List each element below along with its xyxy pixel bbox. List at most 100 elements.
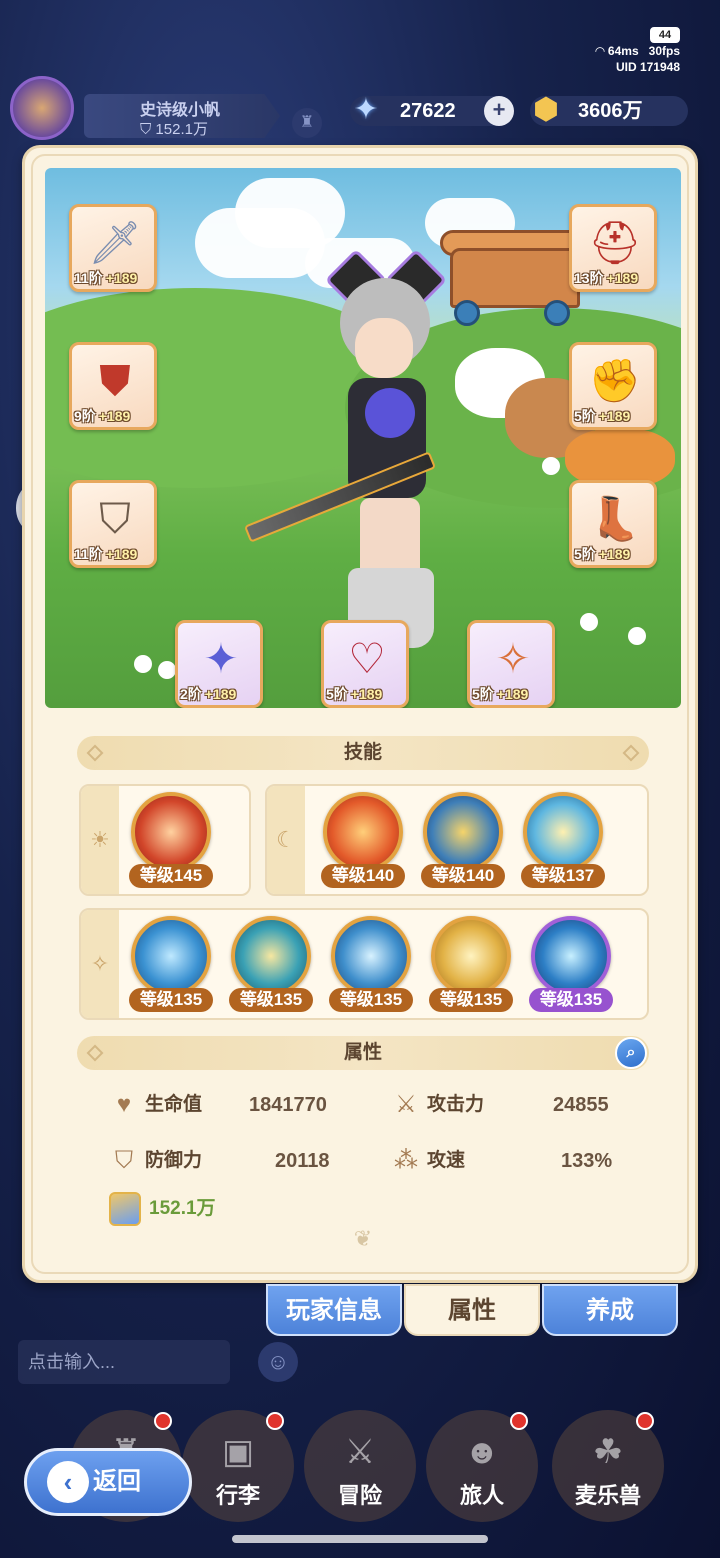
equip-slot-ring[interactable]: ✦ 2阶 +189 xyxy=(175,620,263,708)
nav-pet[interactable]: ☘ 麦乐兽 xyxy=(552,1410,664,1522)
flower xyxy=(583,616,595,628)
flower xyxy=(631,630,643,642)
def-value: 20118 xyxy=(275,1150,330,1172)
status-area: 44 ◠ 64ms 30fps UID 171948 xyxy=(595,26,680,75)
fire-skill-icon xyxy=(131,792,211,872)
sun-icon: ☀ xyxy=(81,786,119,894)
player-profile[interactable]: 史诗级小帆 ⛉ 152.1万 xyxy=(10,76,280,140)
attributes-header: 属性 ⌕ xyxy=(77,1036,649,1070)
talisman-icon: ✧ xyxy=(495,635,531,682)
fps-text: 30fps xyxy=(648,44,680,58)
skill-level: 等级135 xyxy=(229,988,313,1012)
holy-light-skill-icon xyxy=(523,792,603,872)
equip-slot-helmet[interactable]: ⛑ 13阶 +189 xyxy=(569,204,657,292)
whirlwind-skill-icon xyxy=(231,916,311,996)
add-gems-button[interactable]: + xyxy=(484,96,514,126)
ring-icon: ✦ xyxy=(203,635,239,682)
hero-character[interactable] xyxy=(243,248,470,668)
equip-slot-legs[interactable]: ⛉ 11阶 +189 xyxy=(69,480,157,568)
uid-value: 171948 xyxy=(639,60,680,74)
leg-armor-icon: ⛉ xyxy=(99,495,131,542)
emoji-icon[interactable]: ☺ xyxy=(258,1342,298,1382)
tab-player-info[interactable]: 玩家信息 xyxy=(266,1284,402,1336)
skill-sun-1[interactable]: 等级145 xyxy=(129,792,213,892)
combat-power-value: 152.1万 xyxy=(149,1198,216,1219)
nav-traveler[interactable]: ☻ 旅人 xyxy=(426,1410,538,1522)
gold-counter: ⬢ 3606万 xyxy=(530,93,688,126)
traveler-avatar-icon: ☻ xyxy=(464,1433,500,1471)
heart-icon: ♥ xyxy=(116,1091,132,1118)
character-face xyxy=(355,318,413,378)
tab-attributes[interactable]: 属性 xyxy=(404,1284,540,1336)
home-indicator[interactable] xyxy=(232,1535,488,1543)
skill-group-star: ✧ 等级135 等级135 等级135 等级135 等级135 xyxy=(79,908,649,1020)
ping-text: 64ms xyxy=(607,44,639,58)
skill-level: 等级145 xyxy=(129,864,213,888)
character-panel: 🗡 11阶 +189 ⛑ 13阶 +189 ⛊ 9阶 +189 ✊ 5阶 +189 ⛉ … xyxy=(22,145,698,1283)
back-arrow-icon: ‹ xyxy=(47,1461,89,1503)
skill-star-4[interactable]: 等级135 xyxy=(429,916,513,1016)
skill-moon-3[interactable]: 等级137 xyxy=(521,792,605,892)
skill-group-moon: ☾ 等级140 等级140 等级137 xyxy=(265,784,649,896)
player-power: ⛉ 152.1万 xyxy=(140,121,208,138)
sword-icon: 🗡 xyxy=(88,219,142,266)
skill-star-1[interactable]: 等级135 xyxy=(129,916,213,1016)
player-name: 史诗级小帆 xyxy=(140,102,221,119)
gauntlet-icon: ✊ xyxy=(588,357,642,404)
panel-ornament: ❦ xyxy=(353,1226,373,1251)
equip-slot-necklace[interactable]: ♡ 5阶 +189 xyxy=(321,620,409,708)
notification-dot xyxy=(154,1412,172,1430)
character-scene: 🗡 11阶 +189 ⛑ 13阶 +189 ⛊ 9阶 +189 ✊ 5阶 +189 ⛉ … xyxy=(45,168,681,708)
attack-speed-icon: ⁂ xyxy=(394,1147,418,1174)
spd-value: 133% xyxy=(561,1150,613,1172)
tab-develop[interactable]: 养成 xyxy=(542,1284,678,1336)
attributes-title: 属性 xyxy=(343,1042,382,1063)
gem-icon: ✦ xyxy=(353,93,379,126)
equip-slot-gloves[interactable]: ✊ 5阶 +189 xyxy=(569,342,657,430)
equip-slot-talisman[interactable]: ✧ 5阶 +189 xyxy=(467,620,555,708)
uid-label: UID xyxy=(615,60,637,74)
skill-star-2[interactable]: 等级135 xyxy=(229,916,313,1016)
golden-guardian-skill-icon xyxy=(423,792,503,872)
spd-stat: ⁂ 攻速 xyxy=(391,1146,465,1176)
gem-value: 27622 xyxy=(400,100,456,122)
ice-wing-skill-icon xyxy=(131,916,211,996)
skill-star-5[interactable]: 等级135 xyxy=(529,916,613,1016)
pet-cat-icon: ☘ xyxy=(592,1433,624,1471)
crossed-swords-icon: ⚔ xyxy=(395,1091,417,1118)
fox-plush-decoration xyxy=(565,428,675,488)
equip-slot-boots[interactable]: 👢 5阶 +189 xyxy=(569,480,657,568)
skill-level: 等级135 xyxy=(329,988,413,1012)
skill-star-3[interactable]: 等级135 xyxy=(329,916,413,1016)
shield-icon: ⛉ xyxy=(115,1147,133,1174)
notification-dot xyxy=(636,1412,654,1430)
mail-icon[interactable]: ♜ xyxy=(292,108,322,138)
chest-armor-icon: ⛊ xyxy=(99,357,131,404)
skill-moon-2[interactable]: 等级140 xyxy=(421,792,505,892)
equip-slot-chest[interactable]: ⛊ 9阶 +189 xyxy=(69,342,157,430)
flower xyxy=(545,460,557,472)
chat-input[interactable]: 点击输入... xyxy=(18,1340,230,1384)
equip-slot-weapon[interactable]: 🗡 11阶 +189 xyxy=(69,204,157,292)
gem-counter: ✦ 27622 + xyxy=(350,93,514,126)
back-button[interactable]: ‹ 返回 xyxy=(24,1448,192,1516)
skill-level: 等级135 xyxy=(529,988,613,1012)
battery-indicator: 44 xyxy=(650,27,680,43)
flame-slash-skill-icon xyxy=(323,792,403,872)
skill-moon-1[interactable]: 等级140 xyxy=(321,792,405,892)
nav-adventure[interactable]: ⚔ 冒险 xyxy=(304,1410,416,1522)
avatar[interactable] xyxy=(10,76,74,140)
skill-level: 等级135 xyxy=(129,988,213,1012)
flower xyxy=(137,658,149,670)
combat-power-icon xyxy=(109,1192,141,1226)
attribute-detail-search-icon[interactable]: ⌕ xyxy=(615,1037,647,1069)
gold-coin-icon: ⬢ xyxy=(532,93,560,126)
blue-flame-skill-icon xyxy=(531,916,611,996)
notification-dot xyxy=(510,1412,528,1430)
nav-bag[interactable]: ▣ 行李 xyxy=(182,1410,294,1522)
golden-eye-skill-icon xyxy=(431,916,511,996)
wifi-icon: ◠ xyxy=(595,44,605,58)
hp-stat: ♥ 生命值 xyxy=(109,1090,202,1120)
skill-level: 等级135 xyxy=(429,988,513,1012)
skill-level: 等级140 xyxy=(421,864,505,888)
